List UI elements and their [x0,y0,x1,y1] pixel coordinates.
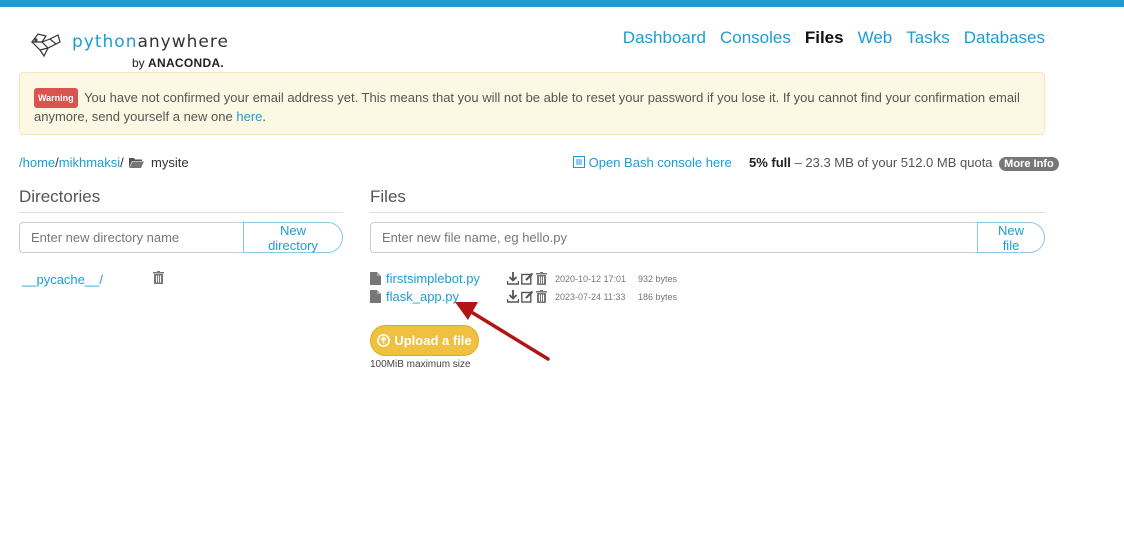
console-icon [573,156,585,168]
new-file-form: New file [370,222,1045,253]
upload-icon [377,334,391,347]
breadcrumb-sep-2: / [120,155,124,170]
brand-by: by [132,56,145,70]
new-directory-button[interactable]: New directory [243,222,343,253]
breadcrumb-user[interactable]: mikhmaksi [59,155,120,170]
new-file-input[interactable] [370,222,977,253]
file-size: 932 bytes [638,274,678,284]
file-icon [370,290,381,303]
warning-badge: Warning [34,88,78,108]
breadcrumb: /home/mikhmaksi/ mysite [19,155,189,170]
new-directory-input[interactable] [19,222,243,253]
trash-icon[interactable] [153,271,164,284]
new-directory-form: New directory [19,222,343,253]
main-nav: Dashboard Consoles Files Web Tasks Datab… [623,28,1045,48]
brand-name-python: python [72,32,138,52]
nav-tasks[interactable]: Tasks [906,28,949,48]
quota-percent: 5% full [749,155,791,170]
resend-confirmation-link[interactable]: here [236,109,262,124]
warning-message: You have not confirmed your email addres… [34,90,1020,124]
red-annotation-arrow-icon [455,302,550,361]
file-icon [370,272,381,285]
directory-link[interactable]: __pycache__/ [22,272,103,287]
nav-web[interactable]: Web [858,28,893,48]
brand-company: ANACONDA. [148,56,225,70]
file-size: 186 bytes [638,292,678,302]
warning-suffix: . [262,109,267,124]
file-actions [507,272,547,285]
new-file-button[interactable]: New file [977,222,1045,253]
delete-icon[interactable] [536,272,547,285]
edit-icon[interactable] [521,272,534,285]
folder-open-icon [129,158,145,168]
nav-databases[interactable]: Databases [964,28,1045,48]
quota-detail: 23.3 MB of your 512.0 MB quota [805,155,993,170]
email-warning-alert: Warning You have not confirmed your emai… [19,72,1045,135]
breadcrumb-home[interactable]: /home [19,155,55,170]
nav-files[interactable]: Files [805,28,844,48]
brand-name-anywhere: anywhere [137,32,229,52]
file-modified: 2020-10-12 17:01 [555,274,627,284]
python-logo-icon [30,33,61,58]
nav-dashboard[interactable]: Dashboard [623,28,706,48]
nav-consoles[interactable]: Consoles [720,28,791,48]
download-icon[interactable] [507,272,519,285]
file-modified: 2023-07-24 11:33 [555,292,626,302]
more-info-button[interactable]: More Info [999,157,1059,171]
brand-name: pythonanywhere [72,32,229,52]
disk-quota: 5% full – 23.3 MB of your 512.0 MB quota… [749,155,1059,171]
brand-byline: by ANACONDA. [132,56,224,70]
directories-heading: Directories [19,187,343,213]
breadcrumb-current: mysite [151,155,189,170]
files-heading: Files [370,187,1045,213]
open-bash-console-link[interactable]: Open Bash console here [573,155,732,170]
file-link[interactable]: firstsimplebot.py [386,271,480,286]
quota-dash: – [790,155,806,170]
pythonanywhere-logo[interactable]: pythonanywhere by ANACONDA. [28,30,238,72]
directory-row: __pycache__/ [22,271,172,287]
top-accent-bar [0,0,1124,7]
file-link[interactable]: flask_app.py [386,289,459,304]
bash-link-label: Open Bash console here [588,155,732,170]
